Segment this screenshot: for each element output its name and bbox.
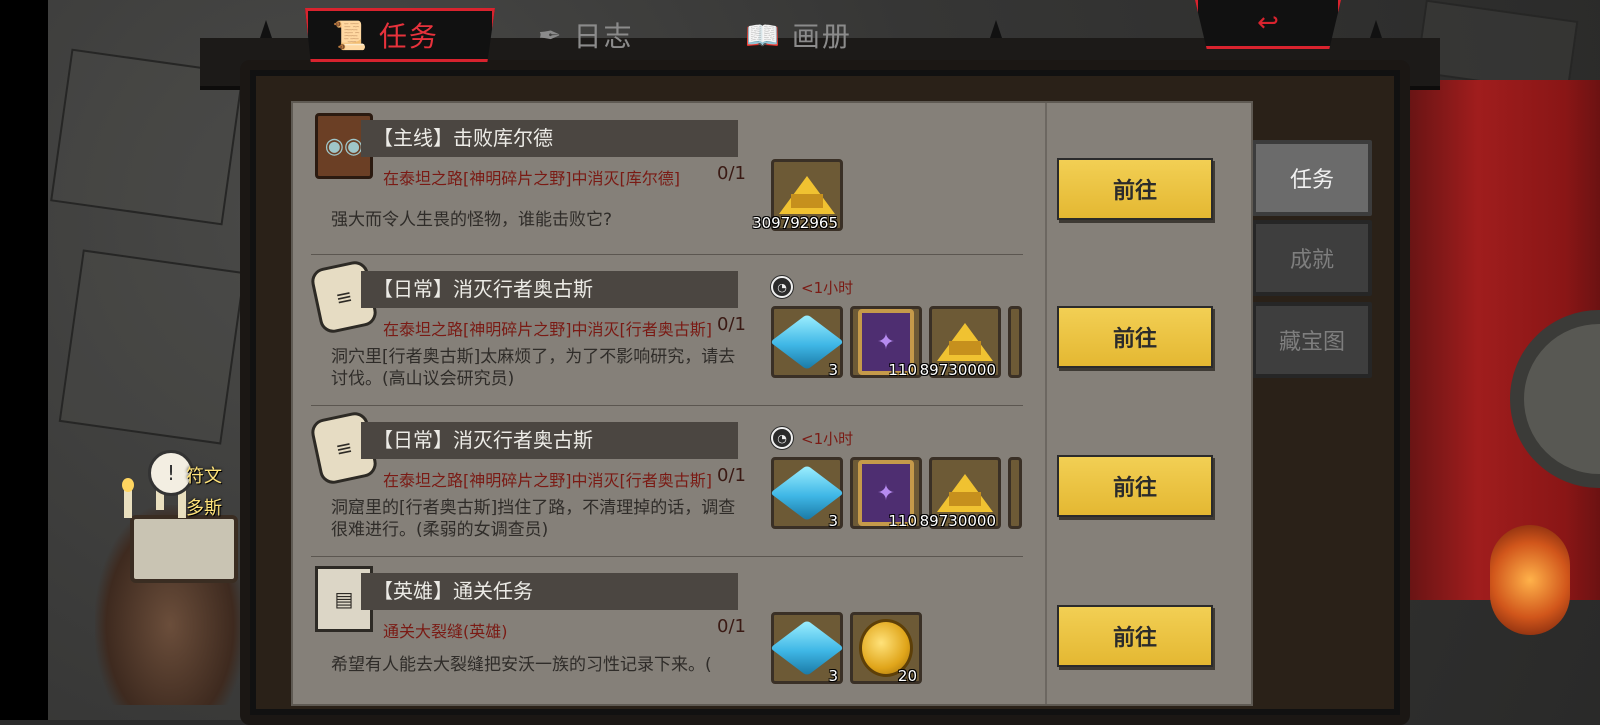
reward-slot[interactable]: 89730000: [920, 306, 1001, 379]
reward-qty: 3: [828, 361, 838, 379]
timer-label: <1小时: [801, 278, 854, 297]
clock-icon: ◔: [771, 276, 793, 298]
xp-icon: [937, 323, 993, 361]
tab-log[interactable]: ✒ 日志: [538, 8, 633, 62]
side-tab-achievements[interactable]: 成就: [1252, 220, 1372, 296]
quest-title: 【主线】击败库尔德: [361, 120, 738, 157]
reward-list: 3 ✦ 110 89730000: [769, 306, 1022, 384]
reward-qty: 20: [897, 667, 917, 685]
spike-decoration: [1370, 20, 1382, 38]
spike-decoration: [990, 20, 1002, 38]
book-icon: 📖: [745, 18, 782, 52]
side-tab-quests[interactable]: 任务: [1252, 140, 1372, 216]
quest-progress: 0/1: [717, 314, 746, 335]
spike-decoration: [260, 20, 272, 38]
xp-icon: [779, 176, 835, 214]
quest-title: 【日常】消灭行者奥古斯: [361, 271, 738, 308]
quest-progress: 0/1: [717, 616, 746, 637]
quest-list-panel[interactable]: ◉◉ 【主线】击败库尔德 在泰坦之路[神明碎片之野]中消灭[库尔德] 0/1 强…: [291, 101, 1253, 706]
side-tab-achievements-label: 成就: [1289, 248, 1334, 273]
xp-icon: [937, 474, 993, 512]
tab-log-label: 日志: [573, 20, 634, 53]
lantern: [1490, 525, 1570, 635]
reward-list: 3 20: [769, 612, 922, 690]
reward-slot[interactable]: 3: [769, 457, 845, 530]
reward-qty: 89730000: [919, 512, 996, 530]
reward-qty: 110: [888, 512, 917, 530]
quest-description: 希望有人能去大裂缝把安沃一族的习性记录下来。(: [331, 655, 712, 675]
quest-timer: ◔ <1小时: [771, 276, 853, 298]
screen-edge: [0, 0, 48, 720]
quest-objective: 在泰坦之路[神明碎片之野]中消灭[行者奥古斯]: [383, 320, 712, 339]
quest-row-main: ◉◉ 【主线】击败库尔德 在泰坦之路[神明碎片之野]中消灭[库尔德] 0/1 强…: [293, 103, 1251, 255]
npc-name-line2: 多斯: [186, 498, 222, 519]
tab-quests-label: 任务: [378, 20, 439, 53]
scroll-icon: 📜: [332, 18, 369, 52]
timer-label: <1小时: [801, 429, 854, 448]
quest-objective: 在泰坦之路[神明碎片之野]中消灭[库尔德]: [383, 169, 680, 188]
reward-qty: 89730000: [919, 361, 996, 379]
reward-slot[interactable]: 20: [850, 612, 922, 685]
reward-qty: 3: [828, 512, 838, 530]
side-tab-treasure-map-label: 藏宝图: [1278, 330, 1345, 355]
quest-row-hero: ▤ 【英雄】通关任务 通关大裂缝(英雄) 0/1 希望有人能去大裂缝把安沃一族的…: [293, 556, 1251, 704]
quest-description: 洞窟里的[行者奥古斯]挡住了路，不清理掉的话，调查很难进行。(柔弱的女调查员): [331, 498, 736, 540]
clock-icon: ◔: [771, 427, 793, 449]
tab-album[interactable]: 📖 画册: [745, 8, 852, 62]
reward-slot[interactable]: 3: [769, 306, 845, 379]
go-button[interactable]: 前往: [1057, 306, 1213, 368]
quest-row-daily: ≡ 【日常】消灭行者奥古斯 在泰坦之路[神明碎片之野]中消灭[行者奥古斯] 0/…: [293, 405, 1251, 557]
go-button[interactable]: 前往: [1057, 455, 1213, 517]
quest-timer: ◔ <1小时: [771, 427, 853, 449]
quest-objective: 通关大裂缝(英雄): [383, 622, 508, 641]
side-tab-treasure-map[interactable]: 藏宝图: [1252, 302, 1372, 378]
npc-name-line1: 符文: [186, 466, 222, 487]
quest-progress: 0/1: [717, 465, 746, 486]
quest-objective: 在泰坦之路[神明碎片之野]中消灭[行者奥古斯]: [383, 471, 712, 490]
reward-slot[interactable]: 89730000: [920, 457, 1001, 530]
back-arrow-icon[interactable]: ↩: [1195, 0, 1341, 49]
quest-description: 洞穴里[行者奥古斯]太麻烦了，为了不影响研究，请去讨伐。(高山议会研究员): [331, 347, 736, 389]
quest-progress: 0/1: [717, 163, 746, 184]
floor-tile: [58, 249, 246, 445]
quest-title: 【英雄】通关任务: [361, 573, 738, 610]
reward-slot[interactable]: ✦ 110: [850, 306, 922, 379]
tab-quests[interactable]: 📜 任务: [305, 8, 495, 62]
reward-qty: 309792965: [752, 214, 838, 232]
side-tab-quests-label: 任务: [1289, 168, 1334, 193]
reward-slot-overflow[interactable]: [1008, 306, 1022, 378]
go-button[interactable]: 前往: [1057, 605, 1213, 667]
reward-slot[interactable]: 309792965: [752, 159, 843, 232]
reward-slot-overflow[interactable]: [1008, 457, 1022, 529]
feather-icon: ✒: [538, 18, 564, 52]
go-button[interactable]: 前往: [1057, 158, 1213, 220]
reward-list: 309792965: [752, 159, 843, 237]
reward-slot[interactable]: 3: [769, 612, 845, 685]
reward-list: 3 ✦ 110 89730000: [769, 457, 1022, 535]
reward-slot[interactable]: ✦ 110: [850, 457, 922, 530]
quest-description: 强大而令人生畏的怪物，谁能击败它?: [331, 210, 613, 230]
tab-album-label: 画册: [791, 20, 852, 53]
reward-qty: 3: [828, 667, 838, 685]
book-stand: [130, 515, 238, 583]
quest-title: 【日常】消灭行者奥古斯: [361, 422, 738, 459]
quest-row-daily: ≡ 【日常】消灭行者奥古斯 在泰坦之路[神明碎片之野]中消灭[行者奥古斯] 0/…: [293, 254, 1251, 406]
candle: [122, 478, 134, 518]
reward-qty: 110: [888, 361, 917, 379]
